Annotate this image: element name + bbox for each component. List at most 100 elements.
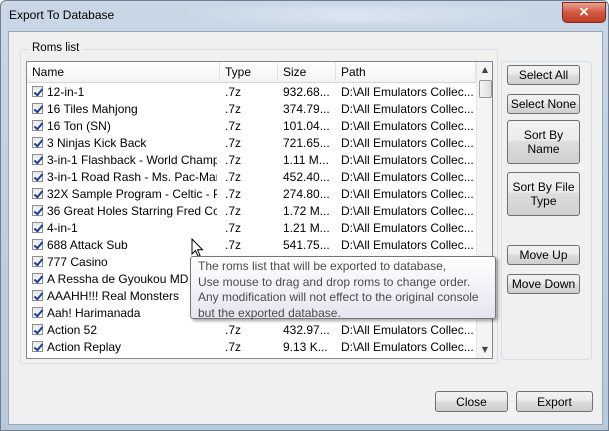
column-header-type[interactable]: Type <box>220 62 278 82</box>
rom-checkbox[interactable] <box>32 154 43 165</box>
rom-name-cell: 16 Tiles Mahjong <box>47 102 138 116</box>
move-down-button[interactable]: Move Down <box>507 274 580 294</box>
tooltip-line: Any modification will not effect to the … <box>198 290 479 304</box>
rom-path-cell: D:\All Emulators Collec... <box>341 119 474 133</box>
rom-checkbox[interactable] <box>32 103 43 114</box>
rom-checkbox[interactable] <box>32 188 43 199</box>
scroll-thumb[interactable] <box>479 80 492 98</box>
rom-name-cell: 3 Ninjas Kick Back <box>47 136 147 150</box>
rom-size-cell: 721.65... <box>283 136 330 150</box>
rom-type-cell: .7z <box>225 323 242 337</box>
rom-size-cell: 1.72 M... <box>283 204 330 218</box>
window-close-button[interactable]: × <box>562 2 606 23</box>
column-header-path[interactable]: Path <box>336 62 476 82</box>
rom-row[interactable]: Action Replay .7z 9.13 K... D:\All Emulator… <box>27 339 476 356</box>
rom-name-cell: 12-in-1 <box>47 85 85 99</box>
rom-checkbox[interactable] <box>32 324 43 335</box>
rom-type-cell: .7z <box>225 170 242 184</box>
rom-path-cell: D:\All Emulators Collec... <box>341 340 474 354</box>
select-none-button[interactable]: Select None <box>507 94 580 114</box>
rom-path-cell: D:\All Emulators Collec... <box>341 323 474 337</box>
rom-type-cell: .7z <box>225 153 242 167</box>
column-header-size[interactable]: Size <box>278 62 336 82</box>
rom-name-cell: Action 52 <box>47 323 98 337</box>
rom-checkbox[interactable] <box>32 86 43 97</box>
rom-size-cell: 452.40... <box>283 170 330 184</box>
rom-name-cell: 36 Great Holes Starring Fred Co... <box>47 204 217 218</box>
rom-path-cell: D:\All Emulators Collec... <box>341 136 474 150</box>
rom-type-cell: .7z <box>225 204 242 218</box>
rom-size-cell: 541.75... <box>283 238 330 252</box>
listview-header: Name Type Size Path <box>27 62 476 83</box>
rom-checkbox[interactable] <box>32 341 43 352</box>
rom-row[interactable]: 16 Tiles Mahjong .7z 374.79... D:\All Emula… <box>27 101 476 118</box>
rom-size-cell: 932.68... <box>283 85 330 99</box>
rom-checkbox[interactable] <box>32 256 43 267</box>
sort-by-file-type-button[interactable]: Sort By File Type <box>507 172 580 216</box>
rom-row[interactable]: 4-in-1 .7z 1.21 M... D:\All Emulators Colle… <box>27 220 476 237</box>
export-button[interactable]: Export <box>516 391 593 412</box>
rom-checkbox[interactable] <box>32 120 43 131</box>
column-header-name[interactable]: Name <box>27 62 220 82</box>
rom-row[interactable]: 12-in-1 .7z 932.68... D:\All Emulators Coll… <box>27 84 476 101</box>
rom-type-cell: .7z <box>225 340 242 354</box>
rom-checkbox[interactable] <box>32 273 43 284</box>
rom-checkbox[interactable] <box>32 205 43 216</box>
roms-list-tooltip: The roms list that will be exported to d… <box>190 256 496 320</box>
rom-name-cell: 16 Ton (SN) <box>47 119 111 133</box>
rom-type-cell: .7z <box>225 85 242 99</box>
rom-name-cell: 4-in-1 <box>47 221 78 235</box>
rom-row[interactable]: 688 Attack Sub .7z 541.75... D:\All Emulato… <box>27 237 476 254</box>
rom-type-cell: .7z <box>225 238 242 252</box>
close-button[interactable]: Close <box>435 391 508 412</box>
rom-size-cell: 101.04... <box>283 119 330 133</box>
rom-path-cell: D:\All Emulators Collec... <box>341 153 474 167</box>
rom-checkbox[interactable] <box>32 239 43 250</box>
rom-name-cell: 3-in-1 Flashback - World Champ.... <box>47 153 217 167</box>
tooltip-line: The roms list that will be exported to d… <box>198 259 447 273</box>
rom-path-cell: D:\All Emulators Collec... <box>341 221 474 235</box>
rom-path-cell: D:\All Emulators Collec... <box>341 238 474 252</box>
select-all-button[interactable]: Select All <box>507 65 580 85</box>
rom-type-cell: .7z <box>225 136 242 150</box>
rom-path-cell: D:\All Emulators Collec... <box>341 187 474 201</box>
window-title: Export To Database <box>9 8 115 22</box>
rom-type-cell: .7z <box>225 102 242 116</box>
rom-row[interactable]: Action 52 .7z 432.97... D:\All Emulators Co… <box>27 322 476 339</box>
rom-checkbox[interactable] <box>32 307 43 318</box>
rom-size-cell: 9.13 K... <box>283 340 328 354</box>
rom-size-cell: 374.79... <box>283 102 330 116</box>
tooltip-line: but the exported database. <box>198 305 341 320</box>
rom-size-cell: 1.11 M... <box>283 153 329 167</box>
rom-path-cell: D:\All Emulators Collec... <box>341 85 474 99</box>
rom-checkbox[interactable] <box>32 222 43 233</box>
rom-size-cell: 274.80... <box>283 187 330 201</box>
move-up-button[interactable]: Move Up <box>507 245 580 265</box>
rom-checkbox[interactable] <box>32 171 43 182</box>
rom-row[interactable]: 3-in-1 Road Rash - Ms. Pac-Man.... .7z 452… <box>27 169 476 186</box>
export-dialog-window: Export To Database × Roms list Name Type… <box>0 0 609 431</box>
scroll-down-arrow-icon[interactable]: ▼ <box>477 342 492 358</box>
roms-list-group-label: Roms list <box>29 42 83 54</box>
rom-row[interactable]: 3-in-1 Flashback - World Champ.... .7z 1.1… <box>27 152 476 169</box>
rom-size-cell: 432.97... <box>283 323 330 337</box>
rom-type-cell: .7z <box>225 119 242 133</box>
sort-by-name-button[interactable]: Sort By Name <box>507 120 580 164</box>
rom-path-cell: D:\All Emulators Collec... <box>341 170 474 184</box>
rom-checkbox[interactable] <box>32 137 43 148</box>
rom-type-cell: .7z <box>225 221 242 235</box>
rom-name-cell: Action Replay <box>47 340 122 354</box>
rom-row[interactable]: 16 Ton (SN) .7z 101.04... D:\All Emulators … <box>27 118 476 135</box>
scroll-up-arrow-icon[interactable]: ▲ <box>477 62 492 78</box>
tooltip-line: Use mouse to drag and drop roms to chang… <box>198 274 471 289</box>
mouse-pointer-icon <box>191 238 204 258</box>
rom-checkbox[interactable] <box>32 290 43 301</box>
rom-row[interactable]: 3 Ninjas Kick Back .7z 721.65... D:\All Emu… <box>27 135 476 152</box>
rom-row[interactable]: 36 Great Holes Starring Fred Co... .7z 1.7… <box>27 203 476 220</box>
rom-row[interactable]: 32X Sample Program - Celtic - P... .7z 274… <box>27 186 476 203</box>
rom-name-cell: 3-in-1 Road Rash - Ms. Pac-Man.... <box>47 170 217 184</box>
title-bar[interactable]: Export To Database × <box>1 1 608 31</box>
dialog-body: Roms list Name Type Size Path 12-in-1 .7z… <box>8 31 603 425</box>
rom-size-cell: 1.21 M... <box>283 221 330 235</box>
rom-type-cell: .7z <box>225 187 242 201</box>
